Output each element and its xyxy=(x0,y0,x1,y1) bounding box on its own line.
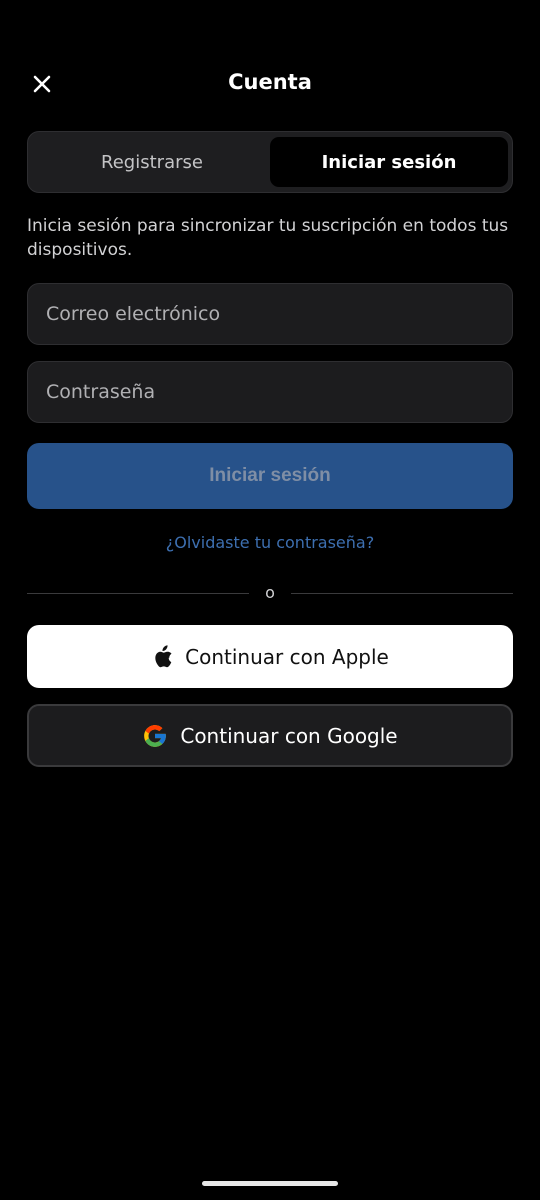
continue-with-apple-button[interactable]: Continuar con Apple xyxy=(27,625,513,688)
apple-icon xyxy=(151,644,173,669)
intro-text: Inicia sesión para sincronizar tu suscri… xyxy=(27,216,509,260)
email-field[interactable] xyxy=(27,283,513,345)
google-button-label: Continuar con Google xyxy=(180,723,398,748)
apple-button-label: Continuar con Apple xyxy=(185,644,389,669)
google-icon xyxy=(142,723,168,749)
account-screen: Cuenta Registrarse Iniciar sesión Inicia… xyxy=(0,0,540,1200)
password-field[interactable] xyxy=(27,361,513,423)
page-title: Cuenta xyxy=(228,70,312,94)
login-submit-button[interactable]: Iniciar sesión xyxy=(27,443,513,509)
divider-line-right xyxy=(291,593,513,594)
tab-register[interactable]: Registrarse xyxy=(33,137,271,187)
continue-with-google-button[interactable]: Continuar con Google xyxy=(27,704,513,767)
auth-mode-segmented-control: Registrarse Iniciar sesión xyxy=(27,131,513,193)
divider-label: o xyxy=(265,583,275,602)
divider-line-left xyxy=(27,593,249,594)
home-indicator[interactable] xyxy=(202,1181,338,1186)
forgot-password-link[interactable]: ¿Olvidaste tu contraseña? xyxy=(0,533,540,552)
tab-login[interactable]: Iniciar sesión xyxy=(270,137,508,187)
